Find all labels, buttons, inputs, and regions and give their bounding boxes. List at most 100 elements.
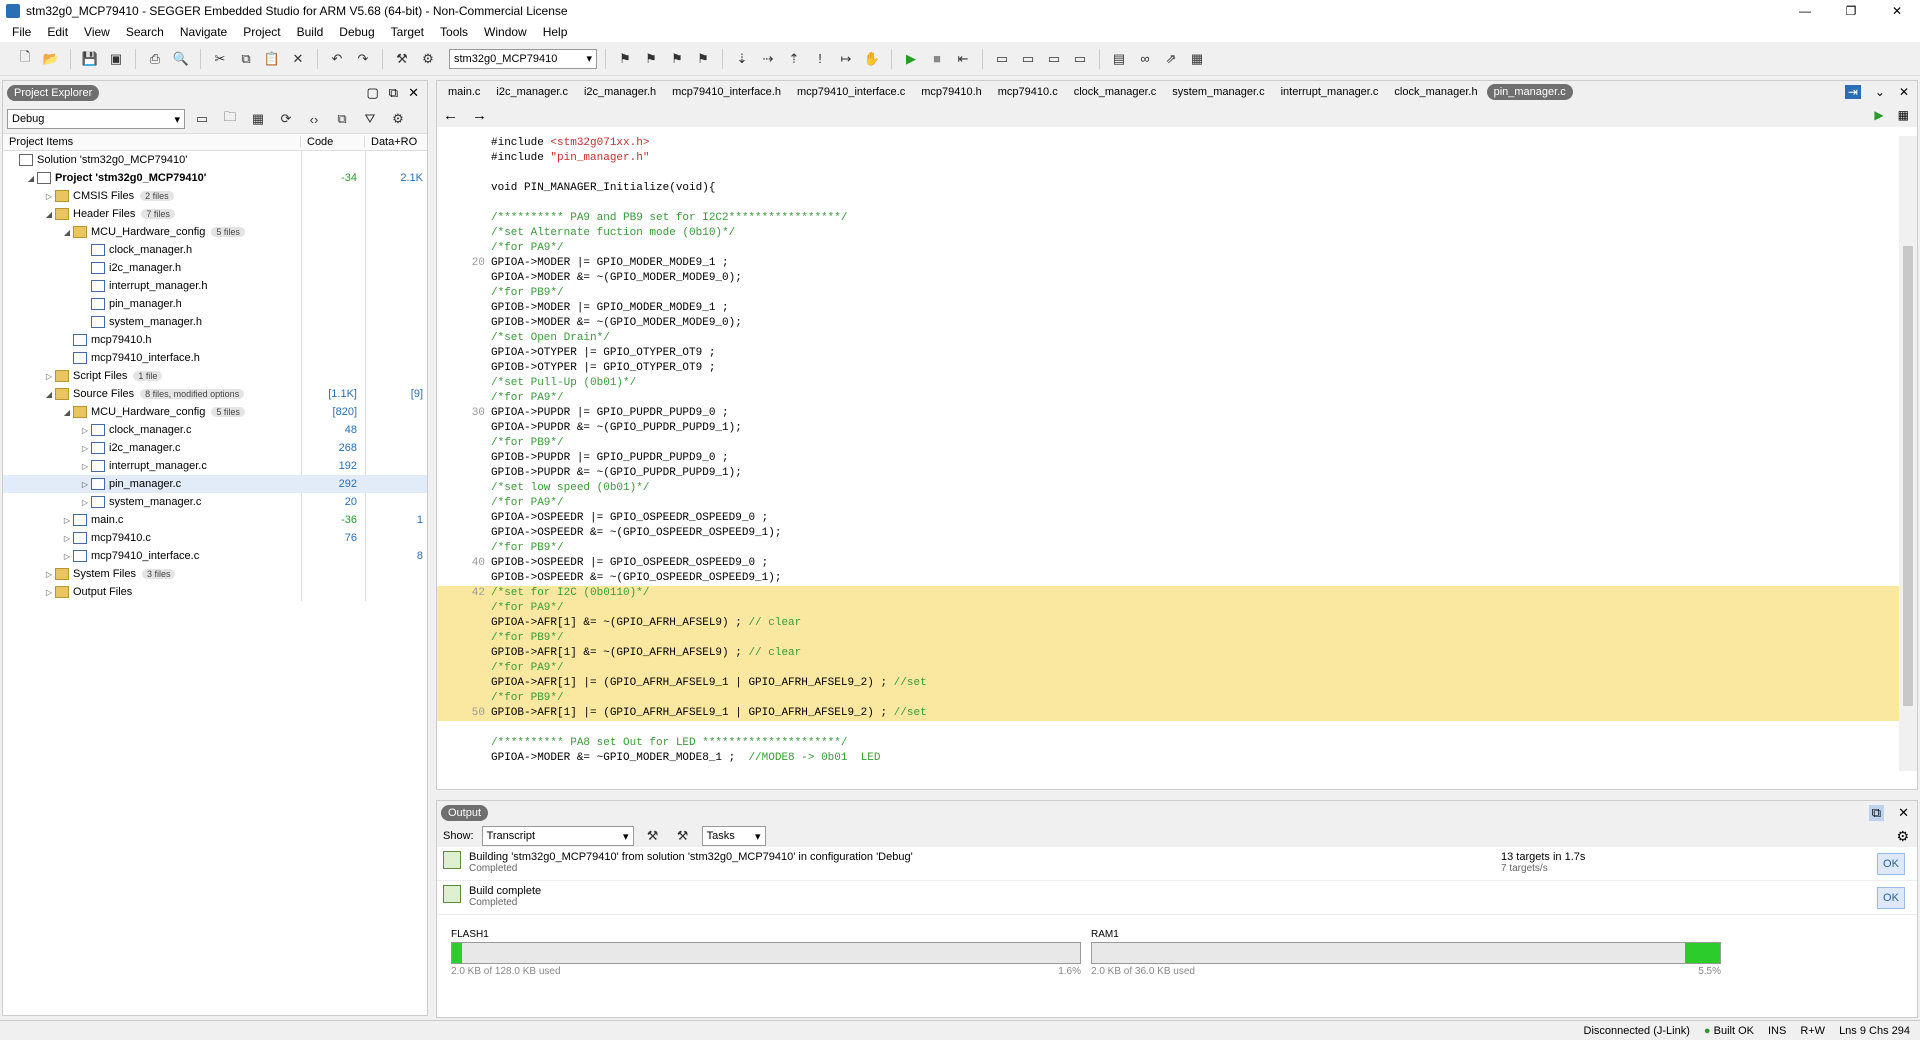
tab-system-manager-c[interactable]: system_manager.c [1165,84,1271,100]
project-explorer-title[interactable]: Project Explorer [7,85,100,101]
nav-back-icon[interactable]: ← [443,107,458,124]
open-file-icon[interactable]: 📂 [40,48,62,70]
code-area[interactable]: #include <stm32g071xx.h> #include "pin_ma… [437,136,1899,771]
tree-item[interactable]: mcp79410.h [3,331,427,349]
output-close-icon[interactable]: ✕ [1898,805,1909,821]
panel-close-icon[interactable]: ✕ [408,85,419,101]
clean-icon[interactable]: ⚑ [692,48,714,70]
menu-help[interactable]: Help [535,25,576,39]
tree-item[interactable]: ◢ Source Files 8 files, modified options [1… [3,385,427,403]
window3-icon[interactable]: ▭ [1043,48,1065,70]
back-icon[interactable]: ⇤ [952,48,974,70]
exclamation-icon[interactable]: ! [809,48,831,70]
delete-icon[interactable]: ✕ [287,48,309,70]
tab-clock-manager-c[interactable]: clock_manager.c [1067,84,1164,100]
tab-i2c-manager-c[interactable]: i2c_manager.c [489,84,575,100]
tree-item[interactable]: ▷ pin_manager.c 292 [3,475,427,493]
menu-window[interactable]: Window [476,25,535,39]
tree-item[interactable]: ◢ Project 'stm32g0_MCP79410' -34 2.1K [3,169,427,187]
tab-interrupt-manager-c[interactable]: interrupt_manager.c [1274,84,1386,100]
copy-icon[interactable]: ⧉ [235,48,257,70]
expand-toggle-icon[interactable]: ▷ [61,516,73,525]
paste-icon[interactable]: 📋 [261,48,283,70]
expand-toggle-icon[interactable]: ▷ [43,192,55,201]
nav-forward-icon[interactable]: → [472,107,487,124]
expand-toggle-icon[interactable]: ▷ [79,444,91,453]
tree-item[interactable]: ▷ System Files 3 files [3,565,427,583]
output-window-icon[interactable]: ⧉ [1868,805,1885,821]
expand-toggle-icon[interactable]: ▷ [43,372,55,381]
go-icon[interactable]: ▶ [900,48,922,70]
menu-view[interactable]: View [76,25,118,39]
new-file-icon[interactable]: 🗋 [14,48,36,70]
ok-button[interactable]: OK [1877,853,1905,875]
expand-toggle-icon[interactable]: ◢ [61,408,73,417]
menu-navigate[interactable]: Navigate [172,25,235,39]
expand-toggle-icon[interactable]: ▷ [43,588,55,597]
tab-i2c-manager-h[interactable]: i2c_manager.h [577,84,663,100]
menu-build[interactable]: Build [289,25,332,39]
output-settings-icon[interactable]: ⚙ [1896,828,1917,845]
print-icon[interactable]: ⎙ [144,48,166,70]
menu-project[interactable]: Project [235,25,288,39]
tree-item[interactable]: ▷ mcp79410.c 76 [3,529,427,547]
tree-item[interactable]: ▷ main.c -36 1 [3,511,427,529]
expand-toggle-icon[interactable]: ◢ [61,228,73,237]
glasses-icon[interactable]: ∞ [1134,48,1156,70]
maximize-button[interactable]: ❐ [1828,0,1874,22]
editor-close-icon[interactable]: ✕ [1899,85,1909,99]
save-all-icon[interactable]: ▣ [105,48,127,70]
run-icon[interactable]: ▶ [1874,108,1883,122]
filter-icon[interactable]: ⛛ [359,108,381,130]
expand-toggle-icon[interactable]: ▷ [43,570,55,579]
chevron-down-icon[interactable]: ⌄ [1875,85,1885,99]
code-view-icon[interactable]: ‹› [303,108,325,130]
tree-item[interactable]: ▷ mcp79410_interface.c 8 [3,547,427,565]
ok-button[interactable]: OK [1877,887,1905,909]
close-button[interactable]: ✕ [1874,0,1920,22]
refresh-icon[interactable]: ⟳ [275,108,297,130]
rebuild-icon[interactable]: ⚑ [666,48,688,70]
expand-toggle-icon[interactable]: ▷ [79,498,91,507]
tree-item[interactable]: clock_manager.h [3,241,427,259]
batch-build-icon[interactable]: ⚙ [417,48,439,70]
expand-toggle-icon[interactable]: ◢ [43,210,55,219]
panel-window-icon[interactable]: ▢ [367,85,379,101]
copy-item-icon[interactable]: ⧉ [331,108,353,130]
compile-icon[interactable]: ⚑ [614,48,636,70]
tree-item[interactable]: ▷ Output Files [3,583,427,601]
tab-mcp79410-interface-c[interactable]: mcp79410_interface.c [790,84,912,100]
menu-target[interactable]: Target [383,25,432,39]
settings-icon[interactable]: ⚙ [387,108,409,130]
editor-options-icon[interactable]: ▦ [1898,108,1909,122]
expand-toggle-icon[interactable]: ◢ [25,174,37,183]
panel-float-icon[interactable]: ⧉ [389,85,398,101]
tab-mcp79410-h[interactable]: mcp79410.h [914,84,989,100]
tab-pin-manager-c[interactable]: pin_manager.c [1486,84,1573,100]
step-out-icon[interactable]: ⇡ [783,48,805,70]
tree-item[interactable]: ▷ clock_manager.c 48 [3,421,427,439]
col-project-items[interactable]: Project Items [3,136,301,148]
scroll-thumb[interactable] [1903,246,1913,706]
minimize-button[interactable]: — [1782,0,1828,22]
tree-item[interactable]: pin_manager.h [3,295,427,313]
tab-mcp79410-interface-h[interactable]: mcp79410_interface.h [665,84,788,100]
tab-mcp79410-c[interactable]: mcp79410.c [991,84,1065,100]
read-write-mode[interactable]: R+W [1800,1025,1825,1037]
menu-search[interactable]: Search [118,25,172,39]
clear-output-icon[interactable]: ⚒ [642,825,664,847]
tree-item[interactable]: ◢ MCU_Hardware_config 5 files [820] [3,403,427,421]
bookmark-icon[interactable]: ▤ [1108,48,1130,70]
tree-item[interactable]: i2c_manager.h [3,259,427,277]
clear-all-icon[interactable]: ⚒ [672,825,694,847]
insert-mode[interactable]: INS [1768,1025,1786,1037]
print-preview-icon[interactable]: 🔍 [170,48,192,70]
redo-icon[interactable]: ↷ [352,48,374,70]
save-icon[interactable]: 💾 [79,48,101,70]
tree-item[interactable]: mcp79410_interface.h [3,349,427,367]
export-icon[interactable]: ⇗ [1160,48,1182,70]
menu-debug[interactable]: Debug [331,25,382,39]
step-into-icon[interactable]: ⇣ [731,48,753,70]
expand-toggle-icon[interactable]: ▷ [79,426,91,435]
expand-toggle-icon[interactable]: ▷ [79,480,91,489]
